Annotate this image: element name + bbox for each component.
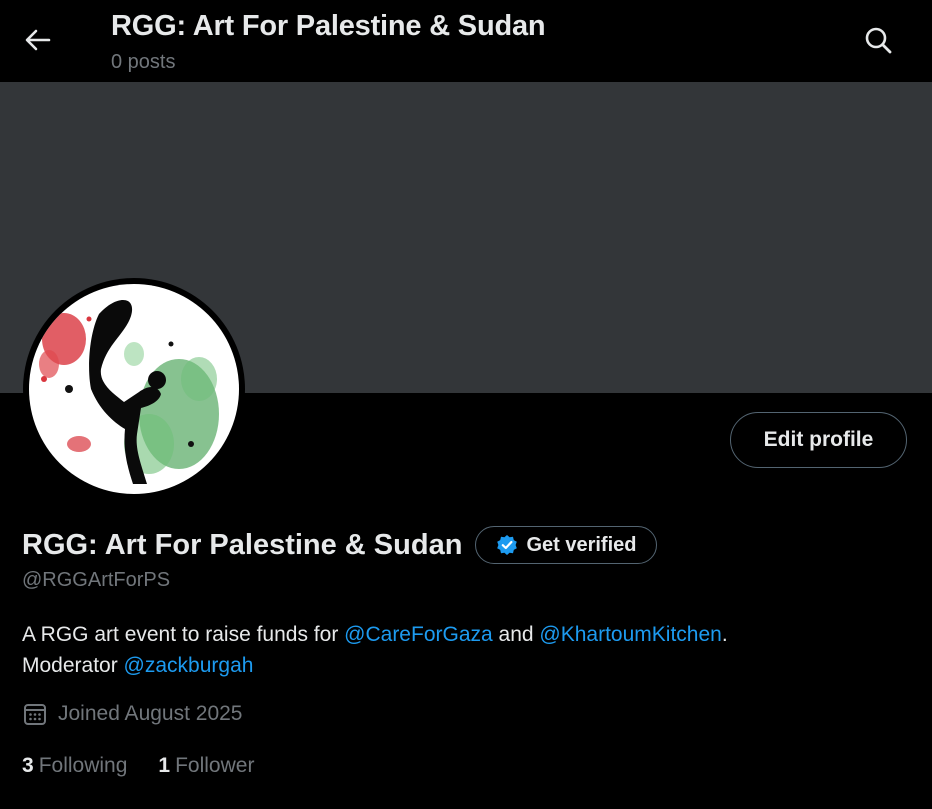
get-verified-button[interactable]: Get verified	[475, 526, 658, 564]
follow-stats: 3 Following 1 Follower	[22, 754, 285, 778]
joined-text: Joined August 2025	[58, 702, 243, 725]
search-button[interactable]	[858, 20, 898, 60]
calendar-icon	[24, 704, 46, 725]
display-name: RGG: Art For Palestine & Sudan	[22, 528, 463, 561]
avatar[interactable]	[23, 278, 245, 500]
bio-text: Moderator	[22, 654, 124, 677]
user-handle: @RGGArtForPS	[22, 569, 171, 591]
joined-date: Joined August 2025	[22, 701, 243, 727]
arrow-left-icon	[25, 29, 51, 51]
bio: A RGG art event to raise funds for @Care…	[22, 619, 912, 681]
verified-badge-icon	[497, 535, 518, 555]
bio-text: and	[492, 623, 540, 646]
mention-link-careforgaza[interactable]: @CareForGaza	[344, 623, 493, 646]
following-count: 3	[22, 754, 34, 777]
mention-link-zackburgah[interactable]: @zackburgah	[124, 654, 254, 677]
back-button[interactable]	[18, 20, 58, 60]
get-verified-label: Get verified	[526, 533, 637, 556]
avatar-image	[29, 284, 239, 494]
search-icon	[865, 27, 892, 54]
top-bar: RGG: Art For Palestine & Sudan 0 posts	[0, 0, 932, 82]
header-title: RGG: Art For Palestine & Sudan	[111, 10, 546, 42]
name-row: RGG: Art For Palestine & Sudan Get verif…	[22, 526, 658, 564]
posts-count: 0 posts	[111, 51, 176, 73]
following-label: Following	[38, 754, 128, 777]
followers-label: Follower	[175, 754, 255, 777]
followers-link[interactable]: 1 Follower	[158, 754, 254, 778]
edit-profile-button[interactable]: Edit profile	[730, 412, 907, 468]
mention-link-khartoumkitchen[interactable]: @KhartoumKitchen	[539, 623, 721, 646]
following-link[interactable]: 3 Following	[22, 754, 127, 778]
bio-text: A RGG art event to raise funds for	[22, 623, 345, 646]
bio-text: .	[721, 623, 728, 646]
followers-count: 1	[158, 754, 171, 777]
